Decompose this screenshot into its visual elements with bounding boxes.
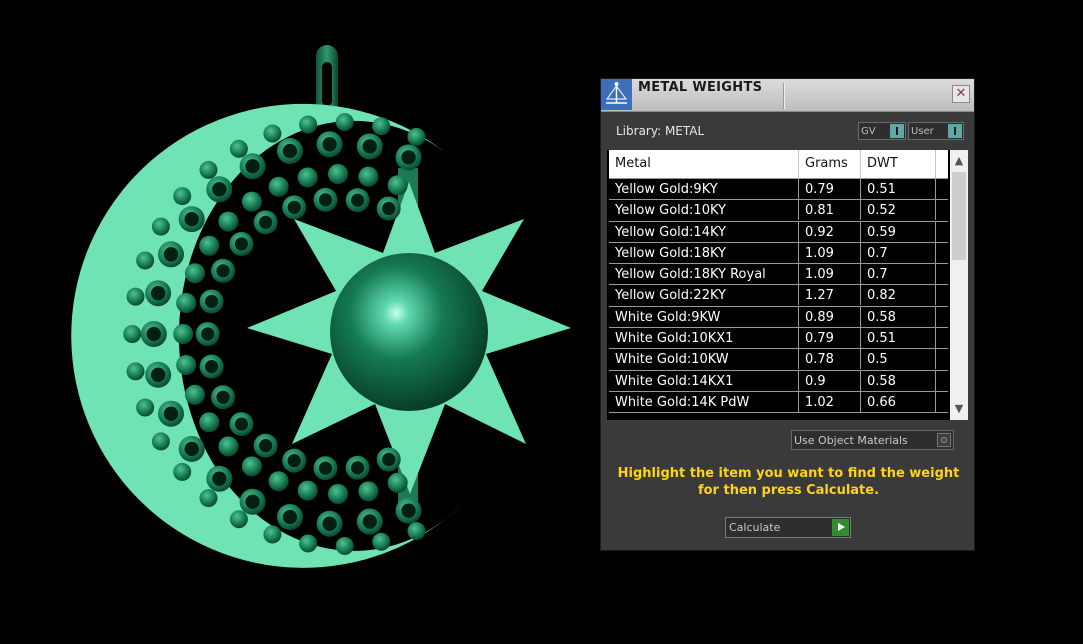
cell-grams: 0.89 — [799, 306, 861, 327]
crescent-star-pendant-model — [71, 45, 571, 568]
use-object-materials-toggle[interactable]: Use Object Materials — [791, 430, 954, 450]
play-icon — [832, 519, 849, 536]
gv-toggle[interactable]: GV — [858, 122, 906, 140]
cell-metal: White Gold:10KX1 — [609, 328, 799, 349]
cell-metal: White Gold:10KW — [609, 349, 799, 370]
cell-metal: Yellow Gold:18KY Royal — [609, 264, 799, 285]
toggle-switch-icon — [948, 124, 962, 138]
panel-titlebar[interactable]: METAL WEIGHTS ✕ — [601, 79, 974, 112]
radio-indicator-icon — [937, 433, 951, 447]
table-row[interactable]: White Gold:9KW 0.89 0.58 — [609, 306, 948, 329]
title-divider — [783, 83, 785, 109]
3d-viewport[interactable] — [0, 0, 590, 644]
cell-grams: 0.9 — [799, 370, 861, 391]
cell-grams: 0.79 — [799, 328, 861, 349]
cell-metal: Yellow Gold:22KY — [609, 285, 799, 306]
user-toggle[interactable]: User — [908, 122, 964, 140]
cell-metal: Yellow Gold:10KY — [609, 200, 799, 221]
cell-dwt: 0.58 — [861, 370, 936, 391]
library-label: Library: METAL — [616, 124, 705, 138]
toggle-switch-icon — [890, 124, 904, 138]
table-scrollbar[interactable]: ▲ ▼ — [950, 150, 968, 420]
cell-grams: 0.92 — [799, 221, 861, 242]
cell-grams: 0.79 — [799, 179, 861, 199]
table-row[interactable]: Yellow Gold:10KY 0.81 0.52 — [609, 200, 948, 222]
metal-weights-panel: METAL WEIGHTS ✕ Library: METAL GV User M… — [600, 78, 975, 551]
chevron-down-icon[interactable]: ▼ — [950, 400, 968, 418]
cell-grams: 1.09 — [799, 264, 861, 285]
use-object-materials-label: Use Object Materials — [794, 434, 908, 447]
panel-title: METAL WEIGHTS — [638, 80, 763, 95]
instruction-line-2: for then press Calculate. — [697, 483, 880, 498]
cell-metal: Yellow Gold:9KY — [609, 179, 799, 199]
cell-dwt: 0.51 — [861, 179, 936, 199]
table-row[interactable]: Yellow Gold:9KY 0.79 0.51 — [609, 179, 948, 201]
metal-table: Metal Grams DWT Yellow Gold:9KY 0.79 0.51 Y… — [607, 150, 968, 420]
balance-scale-icon — [601, 79, 632, 110]
column-header-grams[interactable]: Grams — [799, 150, 861, 178]
cell-grams: 0.78 — [799, 349, 861, 370]
table-row[interactable]: White Gold:14KX1 0.9 0.58 — [609, 370, 948, 392]
cell-metal: White Gold:14KX1 — [609, 370, 799, 391]
close-button[interactable]: ✕ — [952, 85, 970, 103]
cell-grams: 1.27 — [799, 285, 861, 306]
cell-dwt: 0.66 — [861, 391, 936, 412]
table-row[interactable]: Yellow Gold:14KY 0.92 0.59 — [609, 221, 948, 243]
chevron-up-icon[interactable]: ▲ — [950, 152, 968, 170]
cell-dwt: 0.51 — [861, 328, 936, 349]
user-toggle-label: User — [911, 126, 934, 137]
cell-dwt: 0.52 — [861, 200, 936, 221]
cell-grams: 1.09 — [799, 242, 861, 263]
column-header-metal[interactable]: Metal — [609, 150, 799, 178]
cell-dwt: 0.7 — [861, 264, 936, 285]
cell-grams: 1.02 — [799, 391, 861, 412]
calculate-button[interactable]: Calculate — [725, 517, 851, 538]
column-header-dwt[interactable]: DWT — [861, 150, 936, 178]
table-row[interactable]: White Gold:10KW 0.78 0.5 — [609, 349, 948, 371]
cell-metal: Yellow Gold:18KY — [609, 242, 799, 263]
calculate-label: Calculate — [729, 521, 781, 534]
table-body: Yellow Gold:9KY 0.79 0.51 Yellow Gold:10KY 0… — [609, 179, 948, 414]
cell-metal: White Gold:14K PdW — [609, 391, 799, 412]
instruction-line-1: Highlight the item you want to find the … — [617, 466, 960, 481]
scrollbar-thumb[interactable] — [952, 172, 966, 260]
cell-dwt: 0.82 — [861, 285, 936, 306]
cell-dwt: 0.5 — [861, 349, 936, 370]
gv-toggle-label: GV — [861, 126, 876, 137]
table-row[interactable]: Yellow Gold:18KY Royal 1.09 0.7 — [609, 264, 948, 286]
cell-metal: White Gold:9KW — [609, 306, 799, 327]
table-row[interactable]: White Gold:10KX1 0.79 0.51 — [609, 328, 948, 350]
cell-dwt: 0.59 — [861, 221, 936, 242]
table-row[interactable]: White Gold:14K PdW 1.02 0.66 — [609, 391, 948, 414]
table-row[interactable]: Yellow Gold:18KY 1.09 0.7 — [609, 242, 948, 265]
cell-metal: Yellow Gold:14KY — [609, 221, 799, 242]
cell-grams: 0.81 — [799, 200, 861, 221]
table-row[interactable]: Yellow Gold:22KY 1.27 0.82 — [609, 285, 948, 307]
instruction-text: Highlight the item you want to find the … — [615, 465, 962, 499]
cell-dwt: 0.7 — [861, 242, 936, 263]
cell-dwt: 0.58 — [861, 306, 936, 327]
table-header: Metal Grams DWT — [609, 150, 948, 179]
